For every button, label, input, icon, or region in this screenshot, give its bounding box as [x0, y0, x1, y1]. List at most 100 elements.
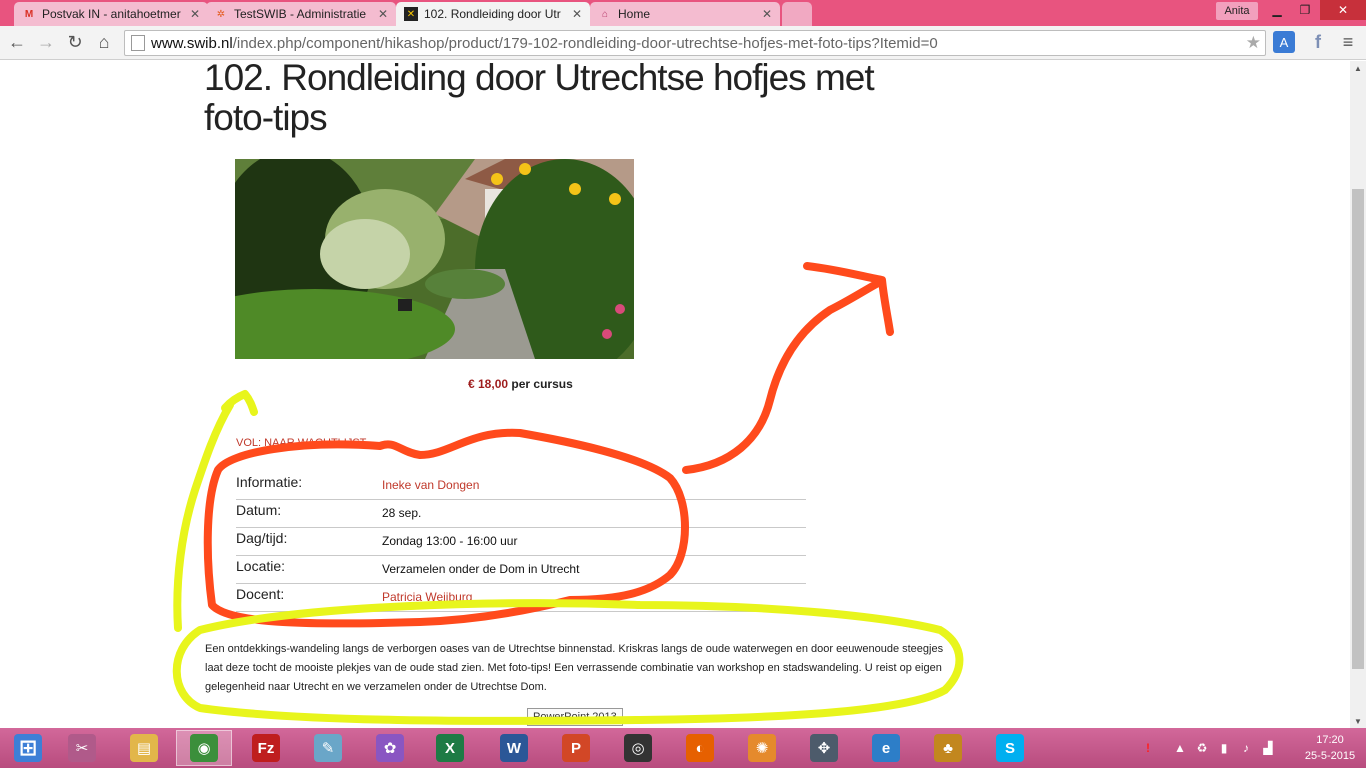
page-viewport: 102. Rondleiding door Utrechtse hofjes m…	[0, 61, 1350, 728]
teacher-label: Docent:	[236, 583, 382, 612]
powerpoint-icon: P	[562, 734, 590, 762]
table-row: Locatie: Verzamelen onder de Dom in Utre…	[236, 555, 806, 584]
firefox-icon: ◐	[686, 734, 714, 762]
window-close-button[interactable]: ✕	[1320, 0, 1366, 20]
scroll-down-arrow-icon[interactable]: ▼	[1350, 714, 1366, 728]
show-hidden-icons-icon[interactable]: ▲	[1172, 740, 1188, 756]
site-favicon: ✕	[404, 7, 418, 21]
forward-button[interactable]: →	[34, 30, 58, 54]
reload-icon: ↻	[67, 31, 83, 52]
browser-toolbar: ← → ↻ ⌂ www.swib.nl/index.php/component/…	[0, 26, 1366, 60]
close-icon: ✕	[1337, 3, 1349, 17]
taskbar-camera-app[interactable]: ◎	[610, 730, 666, 766]
restore-icon: ❐	[1299, 3, 1311, 17]
daytime-value: Zondag 13:00 - 16:00 uur	[382, 527, 806, 556]
folder-icon: ▤	[130, 734, 158, 762]
tab-label: TestSWIB - Administratie	[234, 7, 367, 21]
table-row: Dag/tijd: Zondag 13:00 - 16:00 uur	[236, 527, 806, 556]
back-arrow-icon: ←	[8, 31, 26, 52]
home-page-icon: ⌂	[601, 8, 609, 20]
camera-icon: ◎	[624, 734, 652, 762]
chrome-icon: ◉	[190, 734, 218, 762]
home-button[interactable]: ⌂	[92, 30, 116, 54]
location-label: Locatie:	[236, 555, 382, 584]
garden-photo	[235, 159, 634, 359]
teacher-link[interactable]: Patricia Weijburg	[382, 583, 806, 612]
facebook-extension-icon[interactable]: f	[1306, 30, 1330, 54]
tab-label: Home	[618, 7, 651, 21]
taskbar-picasa[interactable]: ✿	[362, 730, 418, 766]
notepad-icon: ✎	[314, 734, 342, 762]
windows-taskbar: ⊞ ✂ ▤ ◉ Fz ✎ ✿ X W P ◎ ◐ ✺ ✥ e ♣ S ! ▲ ♻…	[0, 728, 1366, 768]
skype-icon: S	[996, 734, 1024, 762]
scissors-icon: ✂	[68, 734, 96, 762]
word-icon: W	[500, 734, 528, 762]
tab-product-active[interactable]: ✕ 102. Rondleiding door Utr ✕	[396, 2, 590, 26]
close-icon[interactable]: ✕	[190, 7, 200, 21]
start-button[interactable]: ⊞	[0, 730, 56, 766]
close-icon[interactable]: ✕	[572, 7, 582, 21]
game-icon: ♣	[934, 734, 962, 762]
minimize-icon: ▁	[1272, 3, 1282, 17]
product-description: Een ontdekkings-wandeling langs de verbo…	[205, 643, 944, 693]
joomla-icon: ✲	[216, 8, 226, 20]
profile-button[interactable]: Anita	[1216, 2, 1258, 20]
taskbar-internet-explorer[interactable]: e	[858, 730, 914, 766]
taskbar-skype[interactable]: S	[982, 730, 1038, 766]
waitlist-link[interactable]: VOL: NAAR WACHTLIJST	[236, 437, 366, 449]
tab-gmail[interactable]: M Postvak IN - anitahoetmer ✕	[14, 2, 208, 26]
bookmark-star-icon[interactable]: ★	[1246, 33, 1261, 53]
product-price: € 18,00 per cursus	[468, 377, 573, 391]
volume-icon[interactable]: ♪	[1238, 740, 1254, 756]
price-unit: per cursus	[511, 377, 573, 391]
forward-arrow-icon: →	[37, 31, 55, 52]
address-bar[interactable]: www.swib.nl/index.php/component/hikashop…	[124, 30, 1266, 56]
url-host: www.swib.nl	[151, 34, 233, 52]
product-title: 102. Rondleiding door Utrechtse hofjes m…	[204, 61, 875, 138]
table-row: Informatie: Ineke van Dongen	[236, 471, 806, 500]
scrollbar-thumb[interactable]	[1352, 189, 1364, 669]
back-button[interactable]: ←	[5, 30, 29, 54]
taskbar-file-explorer[interactable]: ▤	[116, 730, 172, 766]
scroll-up-arrow-icon[interactable]: ▲	[1350, 61, 1366, 75]
taskbar-clock[interactable]: 17:20 25-5-2015	[1302, 732, 1358, 764]
tab-strip: M Postvak IN - anitahoetmer ✕ ✲ TestSWIB…	[0, 0, 1366, 26]
taskbar-excel[interactable]: X	[422, 730, 478, 766]
paint-icon: ✺	[748, 734, 776, 762]
taskbar-snipping-tool[interactable]: ✂	[54, 730, 110, 766]
taskbar-word[interactable]: W	[486, 730, 542, 766]
taskbar-tool[interactable]: ✥	[796, 730, 852, 766]
clock-date: 25-5-2015	[1304, 750, 1356, 762]
product-image-garden[interactable]	[235, 159, 634, 359]
translate-extension-icon[interactable]: A	[1273, 31, 1295, 53]
restore-button[interactable]: ❐	[1290, 0, 1320, 20]
tab-home[interactable]: ⌂ Home ✕	[590, 2, 780, 26]
hamburger-menu-icon: ≡	[1342, 31, 1354, 52]
page-scrollbar[interactable]: ▲ ▼	[1350, 61, 1366, 728]
table-row: Docent: Patricia Weijburg	[236, 583, 806, 612]
info-contact-link[interactable]: Ineke van Dongen	[382, 471, 806, 500]
battery-icon[interactable]: ▮	[1216, 740, 1232, 756]
taskbar-powerpoint[interactable]: P	[548, 730, 604, 766]
menu-button[interactable]: ≡	[1336, 30, 1360, 54]
tab-testswib[interactable]: ✲ TestSWIB - Administratie ✕	[206, 2, 396, 26]
table-row: Datum: 28 sep.	[236, 499, 806, 528]
taskbar-firefox[interactable]: ◐	[672, 730, 728, 766]
close-icon[interactable]: ✕	[378, 7, 388, 21]
taskbar-filezilla[interactable]: Fz	[238, 730, 294, 766]
tab-label: Postvak IN - anitahoetmer	[42, 7, 181, 21]
sync-icon[interactable]: ♻	[1194, 740, 1210, 756]
taskbar-notepad[interactable]: ✎	[300, 730, 356, 766]
new-tab-button[interactable]	[782, 2, 812, 26]
date-label: Datum:	[236, 499, 382, 528]
close-icon[interactable]: ✕	[762, 7, 772, 21]
taskbar-game[interactable]: ♣	[920, 730, 976, 766]
taskbar-paint[interactable]: ✺	[734, 730, 790, 766]
gmail-icon: M	[24, 8, 34, 20]
taskbar-chrome[interactable]: ◉	[176, 730, 232, 766]
picasa-icon: ✿	[376, 734, 404, 762]
network-signal-icon[interactable]: ▟	[1260, 740, 1276, 756]
reload-button[interactable]: ↻	[63, 30, 87, 54]
minimize-button[interactable]: ▁	[1262, 0, 1292, 20]
alert-icon[interactable]: !	[1140, 740, 1156, 756]
